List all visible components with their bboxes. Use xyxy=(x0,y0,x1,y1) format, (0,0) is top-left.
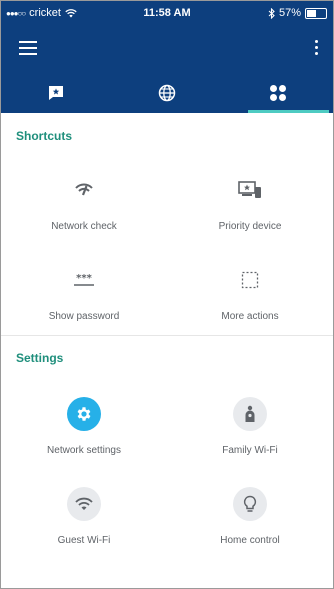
shortcut-label: More actions xyxy=(221,311,279,322)
tab-apps[interactable] xyxy=(222,73,333,113)
setting-label: Home control xyxy=(220,535,280,546)
gear-circle xyxy=(67,397,101,431)
setting-family-wifi[interactable]: Family Wi-Fi xyxy=(167,397,333,456)
shortcut-network-check[interactable]: Network check xyxy=(1,173,167,232)
bluetooth-icon xyxy=(268,7,275,19)
app-bar xyxy=(1,25,333,73)
feedback-icon xyxy=(49,86,64,100)
setting-label: Family Wi-Fi xyxy=(222,445,278,456)
hamburger-menu-icon[interactable] xyxy=(19,41,37,55)
shortcut-show-password[interactable]: *** Show password xyxy=(1,263,167,322)
shortcut-label: Show password xyxy=(48,311,120,322)
wifi-circle xyxy=(67,487,101,521)
status-right: 57% xyxy=(268,7,327,19)
tab-globe[interactable] xyxy=(112,73,223,113)
status-bar: ●●●○○ cricket 11:58 AM 57% xyxy=(1,1,333,25)
setting-guest-wifi[interactable]: Guest Wi-Fi xyxy=(1,487,167,546)
lightbulb-icon xyxy=(243,495,257,512)
priority-device-icon xyxy=(238,181,261,198)
battery-percent: 57% xyxy=(278,7,301,19)
icon-wrap xyxy=(167,173,333,207)
icon-wrap xyxy=(1,397,167,431)
app-frame: ●●●○○ cricket 11:58 AM 57% Shortcuts Net… xyxy=(0,0,334,589)
tab-feedback[interactable] xyxy=(1,73,112,113)
setting-label: Network settings xyxy=(47,445,121,456)
svg-text:***: *** xyxy=(76,273,92,284)
settings-title: Settings xyxy=(16,351,64,365)
tab-bar xyxy=(1,73,333,113)
family-icon xyxy=(245,405,255,422)
icon-wrap xyxy=(167,263,333,297)
network-check-icon xyxy=(75,183,93,196)
password-icon: *** xyxy=(74,273,94,286)
shortcut-label: Priority device xyxy=(218,221,282,232)
shortcut-more-actions[interactable]: More actions xyxy=(167,263,333,322)
setting-network-settings[interactable]: Network settings xyxy=(1,397,167,456)
shortcut-priority-device[interactable]: Priority device xyxy=(167,173,333,232)
icon-wrap xyxy=(167,487,333,521)
icon-wrap xyxy=(167,397,333,431)
apps-icon xyxy=(269,85,286,101)
more-vert-icon[interactable] xyxy=(313,40,319,56)
gear-icon xyxy=(77,407,91,421)
icon-wrap: *** xyxy=(1,263,167,297)
setting-label: Guest Wi-Fi xyxy=(57,535,111,546)
family-circle xyxy=(233,397,267,431)
shortcuts-title: Shortcuts xyxy=(16,129,73,143)
battery-fill xyxy=(307,9,317,17)
section-divider xyxy=(1,335,333,336)
icon-wrap xyxy=(1,487,167,521)
lightbulb-circle xyxy=(233,487,267,521)
shortcut-label: Network check xyxy=(51,221,117,232)
battery-icon xyxy=(305,7,327,19)
setting-home-control[interactable]: Home control xyxy=(167,487,333,546)
icon-wrap xyxy=(1,173,167,207)
globe-icon xyxy=(158,84,176,102)
wifi-icon xyxy=(75,497,93,510)
more-actions-icon xyxy=(241,271,259,289)
